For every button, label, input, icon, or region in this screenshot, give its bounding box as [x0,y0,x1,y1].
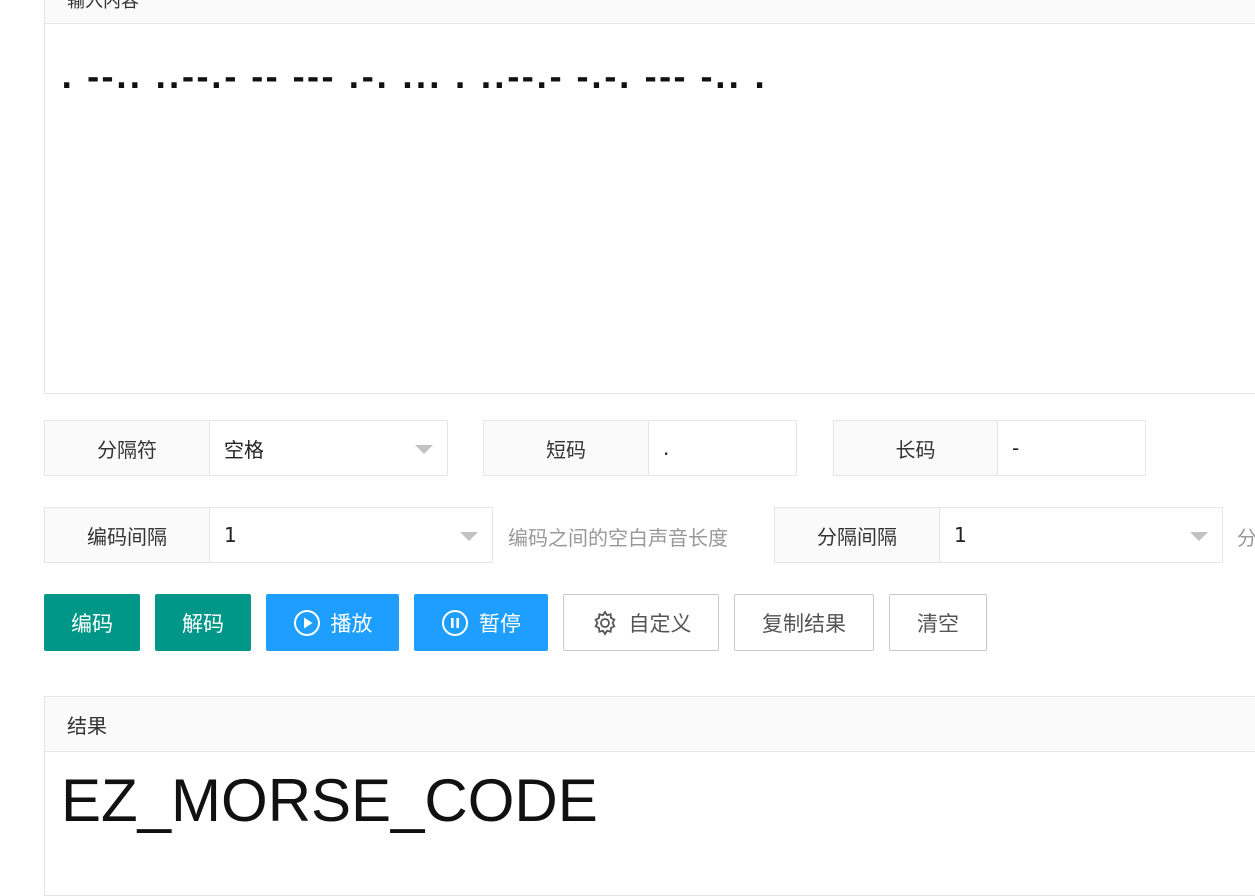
code-interval-field: 编码间隔 1 [44,507,493,563]
short-code-value: . [663,436,670,460]
short-code-field: 短码 . [483,420,797,476]
code-interval-hint: 编码之间的空白声音长度 [508,526,728,550]
result-output[interactable]: EZ_MORSE_CODE [45,752,1255,835]
long-code-value: - [1012,436,1020,460]
long-code-label: 长码 [834,421,998,475]
morse-input-textarea[interactable] [45,23,1255,393]
long-code-input[interactable]: - [998,421,1145,475]
separator-value: 空格 [224,437,264,462]
chevron-down-icon [1190,532,1208,541]
copy-result-button[interactable]: 复制结果 [734,594,874,651]
short-code-input[interactable]: . [649,421,796,475]
separator-interval-value: 1 [954,523,967,547]
long-code-field: 长码 - [833,420,1146,476]
code-interval-select[interactable]: 1 [210,508,492,562]
chevron-down-icon [415,445,433,454]
result-panel: 结果 EZ_MORSE_CODE [44,696,1255,896]
input-panel-header: 输入内容 [45,0,1255,24]
separator-interval-hint: 分 [1237,526,1255,550]
separator-interval-field: 分隔间隔 1 [774,507,1223,563]
pause-circle-icon [441,609,469,637]
clear-button[interactable]: 清空 [889,594,987,651]
play-button[interactable]: 播放 [266,594,399,651]
input-panel: 输入内容 [44,0,1255,394]
chevron-down-icon [460,532,478,541]
separator-field: 分隔符 空格 [44,420,448,476]
gear-icon [591,609,619,637]
separator-select[interactable]: 空格 [210,421,447,475]
custom-button-label: 自定义 [628,611,692,636]
encode-button-label: 编码 [71,611,113,636]
decode-button[interactable]: 解码 [155,594,251,651]
encode-button[interactable]: 编码 [44,594,140,651]
play-circle-icon [293,609,321,637]
separator-interval-label: 分隔间隔 [775,508,940,562]
short-code-label: 短码 [484,421,649,475]
pause-button[interactable]: 暂停 [414,594,548,651]
separator-label: 分隔符 [45,421,210,475]
code-interval-value: 1 [224,523,237,547]
pause-button-label: 暂停 [479,611,521,636]
play-button-label: 播放 [330,611,373,636]
custom-button[interactable]: 自定义 [563,594,719,651]
separator-interval-select[interactable]: 1 [940,508,1222,562]
decode-button-label: 解码 [182,611,224,636]
code-interval-label: 编码间隔 [45,508,210,562]
clear-button-label: 清空 [917,611,959,636]
copy-result-button-label: 复制结果 [762,611,846,636]
result-panel-header: 结果 [45,697,1255,752]
